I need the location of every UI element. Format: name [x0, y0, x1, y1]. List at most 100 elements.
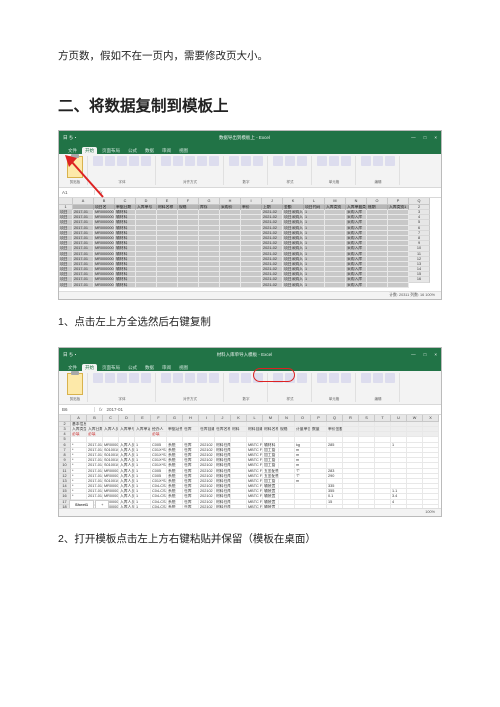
cell[interactable]: 1 [304, 283, 325, 288]
ribbon-button-icon[interactable] [197, 156, 207, 166]
menu-tab[interactable]: 页面布局 [99, 147, 123, 154]
ribbon-button-icon[interactable] [317, 156, 327, 166]
ribbon-button-icon[interactable] [253, 156, 263, 166]
ribbon-button-icon[interactable] [197, 373, 207, 383]
column-header[interactable]: J [215, 415, 231, 422]
cell[interactable] [136, 283, 157, 288]
name-box[interactable]: B6 [59, 407, 95, 412]
column-header[interactable]: H [183, 415, 199, 422]
fx-icon[interactable]: fx [95, 190, 107, 195]
cell[interactable] [220, 283, 241, 288]
column-header[interactable]: C [115, 198, 136, 205]
window-maximize-icon[interactable]: □ [424, 135, 427, 140]
ribbon-button-icon[interactable] [273, 156, 283, 166]
column-header[interactable]: I [199, 415, 215, 422]
paste-icon[interactable] [67, 373, 83, 395]
cell[interactable] [325, 283, 346, 288]
ribbon-button-icon[interactable] [361, 156, 371, 166]
sheet-tab[interactable]: Sheet1 [69, 500, 94, 508]
cell[interactable] [367, 283, 388, 288]
column-header[interactable]: M [325, 198, 346, 205]
column-header[interactable]: L [304, 198, 325, 205]
ribbon-button-icon[interactable] [185, 156, 195, 166]
column-header[interactable]: N [279, 415, 295, 422]
cell[interactable] [178, 283, 199, 288]
column-header[interactable]: G [199, 198, 220, 205]
column-header[interactable]: C [103, 415, 119, 422]
ribbon-button-icon[interactable] [209, 373, 219, 383]
cell[interactable]: 项目 [59, 283, 73, 288]
column-header[interactable]: D [136, 198, 157, 205]
window-maximize-icon[interactable]: □ [424, 352, 427, 357]
column-header[interactable]: Q [327, 415, 343, 422]
ribbon-button-icon[interactable] [317, 373, 327, 383]
ribbon-button-icon[interactable] [285, 156, 295, 166]
column-header[interactable]: W [407, 415, 423, 422]
ribbon-button-icon[interactable] [185, 373, 195, 383]
ribbon-button-icon[interactable] [93, 156, 103, 166]
menu-tab[interactable]: 审阅 [159, 364, 174, 371]
ribbon-button-icon[interactable] [141, 156, 151, 166]
column-header[interactable]: T [375, 415, 391, 422]
ribbon-button-icon[interactable] [173, 373, 183, 383]
cell[interactable]: 采购入库 [346, 283, 367, 288]
window-minimize-icon[interactable]: — [411, 352, 416, 357]
name-box[interactable]: A1 [59, 190, 95, 195]
cell[interactable] [157, 283, 178, 288]
sheet-tab-add[interactable]: + [95, 500, 109, 508]
column-header[interactable]: F [151, 415, 167, 422]
ribbon-button-icon[interactable] [129, 156, 139, 166]
column-header[interactable]: E [135, 415, 151, 422]
window-minimize-icon[interactable]: — [411, 135, 416, 140]
ribbon-button-icon[interactable] [361, 373, 371, 383]
menu-tab[interactable]: 文件 [65, 147, 80, 154]
paste-icon[interactable] [67, 156, 83, 178]
fx-icon[interactable]: fx [95, 407, 107, 412]
menu-tab[interactable]: 文件 [65, 364, 80, 371]
column-header[interactable]: X [423, 415, 439, 422]
cell[interactable] [388, 283, 409, 288]
column-header[interactable]: K [283, 198, 304, 205]
cell[interactable] [199, 283, 220, 288]
ribbon-button-icon[interactable] [93, 373, 103, 383]
column-header[interactable]: I [241, 198, 262, 205]
column-header[interactable]: O [367, 198, 388, 205]
menu-tab[interactable]: 审阅 [159, 147, 174, 154]
ribbon-button-icon[interactable] [105, 373, 115, 383]
ribbon-button-icon[interactable] [117, 156, 127, 166]
ribbon-button-icon[interactable] [117, 373, 127, 383]
ribbon-button-icon[interactable] [329, 156, 339, 166]
ribbon-button-icon[interactable] [241, 373, 251, 383]
ribbon-button-icon[interactable] [129, 373, 139, 383]
menu-tab[interactable]: 开始 [82, 364, 97, 371]
menu-tab[interactable]: 开始 [82, 147, 97, 154]
cell[interactable] [241, 283, 262, 288]
menu-tab[interactable]: 视图 [176, 147, 191, 154]
menu-tab[interactable]: 数据 [142, 147, 157, 154]
column-header[interactable]: O [295, 415, 311, 422]
ribbon-button-icon[interactable] [297, 156, 307, 166]
ribbon-button-icon[interactable] [161, 156, 171, 166]
column-header[interactable]: U [391, 415, 407, 422]
formula-input[interactable]: 2017-01 [107, 407, 124, 412]
menu-tab[interactable]: 公式 [125, 147, 140, 154]
ribbon-button-icon[interactable] [173, 156, 183, 166]
column-header[interactable]: Q [409, 198, 430, 205]
ribbon-button-icon[interactable] [229, 156, 239, 166]
ribbon-button-icon[interactable] [253, 373, 263, 383]
ribbon-button-icon[interactable] [385, 156, 395, 166]
menu-tab[interactable]: 数据 [142, 364, 157, 371]
menu-tab[interactable]: 公式 [125, 364, 140, 371]
cell[interactable]: 项目采购入库 [283, 283, 304, 288]
column-header[interactable]: R [343, 415, 359, 422]
cell[interactable]: 2017-01 [73, 283, 94, 288]
ribbon-button-icon[interactable] [373, 156, 383, 166]
column-header[interactable]: K [231, 415, 247, 422]
column-header[interactable]: S [359, 415, 375, 422]
column-header[interactable]: N [346, 198, 367, 205]
column-header[interactable]: G [167, 415, 183, 422]
ribbon-button-icon[interactable] [341, 373, 351, 383]
row-header[interactable]: 16 [409, 277, 430, 282]
excel-grid[interactable]: ABCDEFGHIJKLMNOPQ1项目名单据日期入库单号材料名称规格库存采购价… [59, 198, 441, 288]
ribbon-button-icon[interactable] [229, 373, 239, 383]
